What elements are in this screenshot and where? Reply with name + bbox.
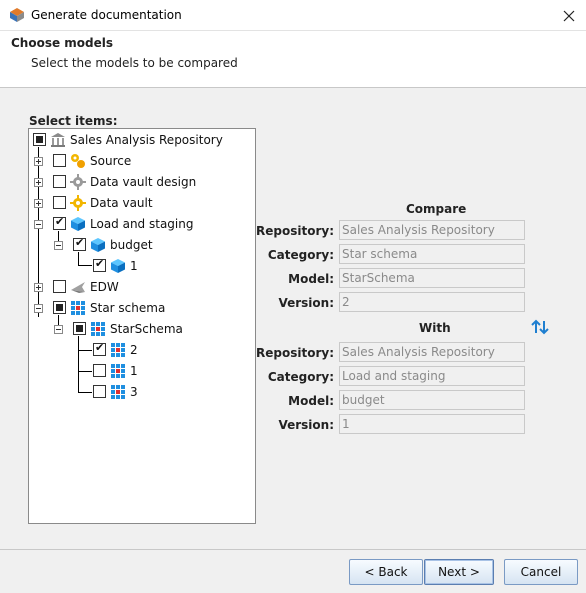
page-subtitle: Select the models to be compared: [31, 56, 238, 70]
checkbox-data-vault[interactable]: [53, 196, 66, 209]
compare-version-field: 2: [339, 292, 525, 312]
checkbox-edw[interactable]: [53, 280, 66, 293]
checkbox-starschema-model[interactable]: [73, 322, 86, 335]
compare-repository-field: Sales Analysis Repository: [339, 220, 525, 240]
page-title: Choose models: [11, 36, 114, 50]
cube-icon: [111, 259, 125, 273]
title-bar: Generate documentation: [0, 0, 586, 31]
load-staging-icon: [71, 217, 85, 231]
collapse-toggle[interactable]: [54, 241, 63, 250]
select-items-label: Select items:: [29, 114, 118, 128]
checkbox-source[interactable]: [53, 154, 66, 167]
tree-node-label: 1: [130, 259, 138, 273]
tree-node-label: Source: [90, 154, 132, 168]
star-schema-icon: [111, 385, 125, 399]
star-schema-icon: [91, 322, 105, 336]
model-tree[interactable]: Sales Analysis Repository Source Data va…: [28, 128, 256, 524]
app-logo-icon: [10, 8, 24, 22]
window-title: Generate documentation: [31, 8, 182, 22]
data-vault-design-icon: [70, 174, 86, 190]
checkbox-data-vault-design[interactable]: [53, 175, 66, 188]
tree-node-label: 1: [130, 364, 138, 378]
cancel-button[interactable]: Cancel: [504, 559, 578, 585]
cube-icon: [91, 238, 105, 252]
tree-node-data-vault-design[interactable]: Data vault design: [29, 172, 255, 192]
compare-heading: Compare: [406, 202, 467, 216]
expand-toggle[interactable]: [34, 178, 43, 187]
edw-icon: [71, 282, 85, 293]
data-vault-icon: [70, 195, 86, 211]
tree-node-label: Star schema: [90, 301, 166, 315]
compare-model-label: Model:: [288, 272, 334, 286]
checkbox-version-3[interactable]: [93, 385, 106, 398]
tree-node-data-vault[interactable]: Data vault: [29, 193, 255, 213]
checkbox-budget-version[interactable]: [93, 257, 106, 272]
close-icon: [563, 10, 575, 21]
checkbox-version-1[interactable]: [93, 364, 106, 377]
with-category-label: Category:: [267, 370, 334, 384]
close-button[interactable]: [552, 0, 586, 31]
collapse-toggle[interactable]: [54, 325, 63, 334]
with-version-field: 1: [339, 414, 525, 434]
checkbox-budget[interactable]: [73, 236, 86, 251]
collapse-toggle[interactable]: [34, 220, 43, 229]
compare-model-field: StarSchema: [339, 268, 525, 288]
checkbox-load-and-staging[interactable]: [53, 215, 66, 230]
tree-node-label: Load and staging: [90, 217, 194, 231]
footer-divider: [0, 549, 586, 550]
tree-node-label: 2: [130, 343, 138, 357]
source-icon: [71, 154, 85, 168]
tree-node-root[interactable]: Sales Analysis Repository: [29, 130, 255, 150]
with-repository-label: Repository:: [256, 346, 334, 360]
with-model-field: budget: [339, 390, 525, 410]
checkbox-version-2[interactable]: [93, 341, 106, 356]
with-category-field: Load and staging: [339, 366, 525, 386]
with-version-label: Version:: [278, 418, 334, 432]
checkbox-star-schema[interactable]: [53, 301, 66, 314]
back-button[interactable]: < Back: [349, 559, 423, 585]
tree-node-label: StarSchema: [110, 322, 183, 336]
compare-repository-label: Repository:: [256, 224, 334, 238]
tree-node-label: 3: [130, 385, 138, 399]
tree-node-label: Data vault: [90, 196, 153, 210]
swap-icon[interactable]: [531, 319, 549, 335]
expand-toggle[interactable]: [34, 157, 43, 166]
star-schema-icon: [111, 343, 125, 357]
compare-category-label: Category:: [267, 248, 334, 262]
with-heading: With: [419, 321, 451, 335]
wizard-header: Choose models Select the models to be co…: [0, 31, 586, 88]
next-button[interactable]: Next >: [424, 559, 494, 585]
star-schema-icon: [111, 364, 125, 378]
compare-version-label: Version:: [278, 296, 334, 310]
star-schema-icon: [71, 301, 85, 315]
compare-category-field: Star schema: [339, 244, 525, 264]
with-model-label: Model:: [288, 394, 334, 408]
expand-toggle[interactable]: [34, 283, 43, 292]
expand-toggle[interactable]: [34, 199, 43, 208]
checkbox-root[interactable]: [33, 133, 46, 146]
tree-node-label: Sales Analysis Repository: [70, 133, 223, 147]
repository-icon: [51, 133, 65, 147]
tree-node-label: Data vault design: [90, 175, 197, 189]
tree-node-label: EDW: [90, 280, 119, 294]
collapse-toggle[interactable]: [34, 304, 43, 313]
tree-node-starschema-model[interactable]: StarSchema: [29, 319, 255, 339]
tree-node-source[interactable]: Source: [29, 151, 255, 171]
with-repository-field: Sales Analysis Repository: [339, 342, 525, 362]
tree-node-label: budget: [110, 238, 153, 252]
